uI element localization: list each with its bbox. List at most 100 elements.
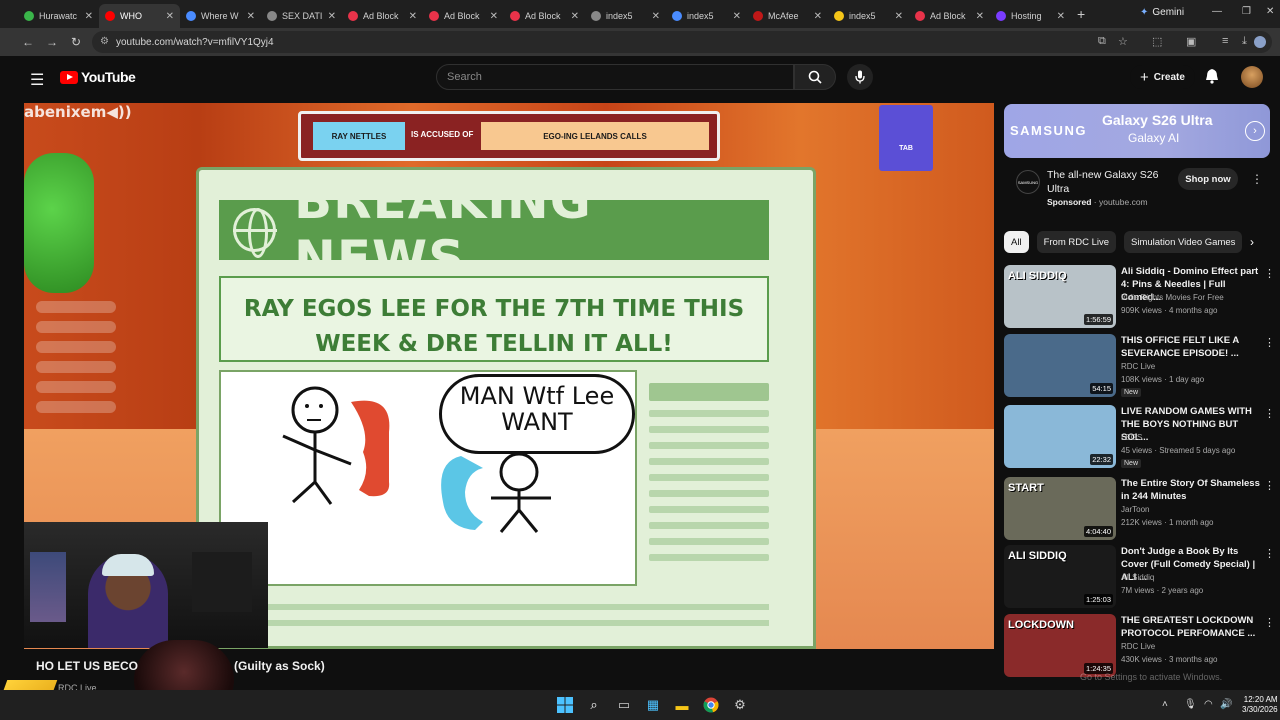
video-channel[interactable]: RDC Live: [1121, 362, 1155, 371]
recommended-video[interactable]: ALI SIDDIQ 1:25:03 Don't Judge a Book By I…: [1004, 545, 1275, 611]
recommended-video[interactable]: 54:15 THIS OFFICE FELT LIKE A SEVERANCE E…: [1004, 334, 1275, 400]
more-options-icon[interactable]: ⋮: [1251, 172, 1263, 186]
new-tab-button[interactable]: +: [1077, 6, 1085, 22]
close-tab-icon[interactable]: ✕: [652, 11, 660, 22]
close-window-icon[interactable]: ✕: [1266, 6, 1274, 17]
store-icon[interactable]: ▦: [644, 696, 662, 714]
close-tab-icon[interactable]: ✕: [814, 11, 822, 22]
browser-tab[interactable]: Hosting ✕: [990, 4, 1071, 28]
video-channel[interactable]: Ali Siddiq: [1121, 573, 1154, 582]
close-tab-icon[interactable]: ✕: [1057, 11, 1065, 22]
video-title[interactable]: THIS OFFICE FELT LIKE A SEVERANCE EPISOD…: [1121, 334, 1261, 360]
recommended-video[interactable]: START 4:04:40 The Entire Story Of Shameles…: [1004, 477, 1275, 543]
back-icon[interactable]: ←: [16, 35, 40, 49]
filter-chip[interactable]: All: [1004, 231, 1029, 253]
browser-tab[interactable]: index5 ✕: [828, 4, 909, 28]
recommended-video[interactable]: LOCKDOWN 1:24:35 THE GREATEST LOCKDOWN PRO…: [1004, 614, 1275, 680]
close-tab-icon[interactable]: ✕: [409, 11, 417, 22]
close-tab-icon[interactable]: ✕: [490, 11, 498, 22]
microphone-icon[interactable]: 🎙: [1184, 699, 1197, 710]
sidepanel-icon[interactable]: ▣: [1186, 35, 1196, 48]
filter-chip[interactable]: Simulation Video Games: [1124, 231, 1243, 253]
minimize-icon[interactable]: —: [1212, 6, 1222, 17]
close-tab-icon[interactable]: ✕: [166, 11, 174, 22]
install-icon[interactable]: ⧉: [1098, 35, 1106, 48]
settings-gear-icon[interactable]: ⚙: [731, 696, 749, 714]
more-options-icon[interactable]: ⋮: [1264, 267, 1275, 280]
close-tab-icon[interactable]: ✕: [733, 11, 741, 22]
notifications-bell-icon[interactable]: [1205, 68, 1219, 89]
recommended-video[interactable]: 22:32 LIVE RANDOM GAMES WITH THE BOYS NOT…: [1004, 405, 1275, 471]
browser-tab[interactable]: Where W ✕: [180, 4, 261, 28]
sponsored-ad[interactable]: SAMSUNG Galaxy S26 Ultra Galaxy AI › SAM…: [1004, 104, 1270, 218]
video-title[interactable]: THE GREATEST LOCKDOWN PROTOCOL PERFOMANC…: [1121, 614, 1261, 640]
download-icon[interactable]: ⤓: [1242, 35, 1247, 48]
ad-banner[interactable]: SAMSUNG Galaxy S26 Ultra Galaxy AI ›: [1004, 104, 1270, 158]
more-options-icon[interactable]: ⋮: [1264, 479, 1275, 492]
video-thumbnail[interactable]: START 4:04:40: [1004, 477, 1116, 540]
chrome-icon[interactable]: [702, 696, 720, 714]
volume-icon[interactable]: 🔊: [1220, 699, 1232, 710]
more-options-icon[interactable]: ⋮: [1264, 547, 1275, 560]
video-thumbnail[interactable]: 54:15: [1004, 334, 1116, 397]
bookmark-star-icon[interactable]: ☆: [1118, 35, 1128, 48]
url-bar[interactable]: ⚙ youtube.com/watch?v=mfilVY1Qyj4 ⧉ ☆ ⬚ …: [92, 31, 1272, 53]
video-channel[interactable]: LEGS: [1121, 433, 1142, 442]
browser-tab[interactable]: Ad Block ✕: [342, 4, 423, 28]
gemini-button[interactable]: ✦ Gemini: [1140, 7, 1184, 18]
video-channel[interactable]: JarToon: [1121, 505, 1149, 514]
browser-tab[interactable]: Hurawatc ✕: [18, 4, 99, 28]
maximize-icon[interactable]: ❐: [1242, 6, 1251, 17]
browser-tab[interactable]: index5 ✕: [666, 4, 747, 28]
task-view-icon[interactable]: ▭: [615, 696, 633, 714]
profile-icon[interactable]: [1254, 36, 1266, 48]
video-thumbnail[interactable]: ALI SIDDIQ 1:56:59: [1004, 265, 1116, 328]
more-options-icon[interactable]: ⋮: [1264, 407, 1275, 420]
system-clock[interactable]: 12:20 AM 3/30/2026: [1242, 695, 1278, 715]
wifi-icon[interactable]: ◠: [1204, 699, 1213, 710]
tab-favicon-icon: [834, 11, 844, 21]
reading-list-icon[interactable]: ≡: [1222, 35, 1228, 47]
video-channel[interactable]: Indie Rights Movies For Free: [1121, 293, 1224, 302]
shop-now-button[interactable]: Shop now: [1178, 168, 1238, 190]
chevron-right-icon[interactable]: ›: [1245, 121, 1265, 141]
browser-tab[interactable]: Ad Block ✕: [423, 4, 504, 28]
reload-icon[interactable]: ↻: [64, 35, 88, 49]
browser-tab[interactable]: WHO ✕: [99, 4, 180, 28]
browser-tab[interactable]: McAfee ✕: [747, 4, 828, 28]
browser-tab[interactable]: index5 ✕: [585, 4, 666, 28]
video-thumbnail[interactable]: 22:32: [1004, 405, 1116, 468]
close-tab-icon[interactable]: ✕: [328, 11, 336, 22]
account-avatar[interactable]: [1241, 66, 1263, 88]
search-button[interactable]: [794, 64, 836, 90]
close-tab-icon[interactable]: ✕: [571, 11, 579, 22]
extensions-icon[interactable]: ⬚: [1152, 35, 1162, 48]
browser-tab[interactable]: Ad Block ✕: [909, 4, 990, 28]
search-icon[interactable]: ⌕: [585, 696, 603, 714]
youtube-logo[interactable]: YouTube: [60, 69, 136, 85]
recommended-video[interactable]: ALI SIDDIQ 1:56:59 Ali Siddiq - Domino Eff…: [1004, 265, 1275, 331]
video-title[interactable]: The Entire Story Of Shameless in 244 Min…: [1121, 477, 1261, 503]
site-info-icon[interactable]: ⚙: [100, 36, 109, 47]
windows-start-icon[interactable]: [556, 696, 574, 714]
filter-chip[interactable]: From RDC Live: [1036, 231, 1117, 253]
chevron-up-icon[interactable]: ˄: [1162, 699, 1168, 710]
browser-tab[interactable]: Ad Block ✕: [504, 4, 585, 28]
close-tab-icon[interactable]: ✕: [895, 11, 903, 22]
video-channel[interactable]: RDC Live: [1121, 642, 1155, 651]
close-tab-icon[interactable]: ✕: [85, 11, 93, 22]
video-thumbnail[interactable]: LOCKDOWN 1:24:35: [1004, 614, 1116, 677]
voice-search-button[interactable]: [847, 64, 873, 90]
search-input[interactable]: Search: [436, 64, 794, 90]
browser-tab[interactable]: SEX DATI ✕: [261, 4, 342, 28]
more-options-icon[interactable]: ⋮: [1264, 336, 1275, 349]
close-tab-icon[interactable]: ✕: [247, 11, 255, 22]
create-button[interactable]: + Create: [1130, 65, 1195, 89]
forward-icon[interactable]: →: [40, 35, 64, 49]
close-tab-icon[interactable]: ✕: [976, 11, 984, 22]
more-options-icon[interactable]: ⋮: [1264, 616, 1275, 629]
file-explorer-icon[interactable]: ▬: [673, 696, 691, 714]
video-thumbnail[interactable]: ALI SIDDIQ 1:25:03: [1004, 545, 1116, 608]
chevron-right-icon[interactable]: ›: [1250, 235, 1254, 249]
hamburger-menu-icon[interactable]: ☰: [30, 70, 44, 90]
